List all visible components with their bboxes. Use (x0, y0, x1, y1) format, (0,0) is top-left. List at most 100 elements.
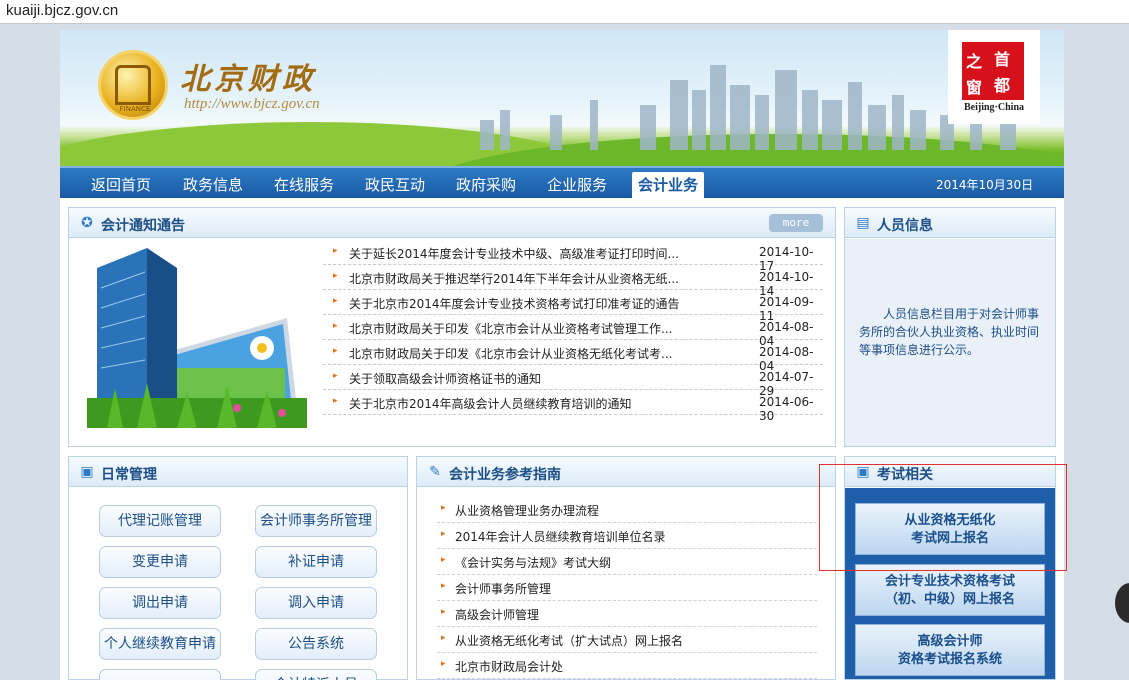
notice-row[interactable]: ▸ 关于领取高级会计师资格证书的通知 2014-07-29 (323, 365, 823, 398)
nav-item-procurement[interactable]: 政府采购 (445, 172, 527, 198)
notice-title[interactable]: 关于北京市2014年度会计专业技术资格考试打印准考证的通告 (349, 295, 685, 312)
notice-title[interactable]: 关于延长2014年度会计专业技术中级、高级准考证打印时间... (349, 245, 685, 262)
transfer-in-button[interactable]: 调入申请 (255, 587, 377, 619)
notice-row[interactable]: ▸ 北京市财政局关于印发《北京市会计从业资格考试管理工作... 2014-08-04 (323, 315, 823, 348)
personnel-header: ▤ 人员信息 (845, 208, 1055, 238)
bullet-icon: ▸ (333, 321, 338, 331)
seal-char: 窗 (966, 78, 983, 97)
floating-widget[interactable] (1115, 583, 1129, 623)
bullet-icon: ▸ (333, 271, 338, 281)
monitor-icon: ▣ (80, 464, 94, 480)
nav-item-interaction[interactable]: 政民互动 (354, 172, 436, 198)
notice-row[interactable]: ▸ 关于北京市2014年度会计专业技术资格考试打印准考证的通告 2014-09-11 (323, 290, 823, 323)
daily-title: 日常管理 (101, 467, 157, 483)
notice-row[interactable]: ▸ 北京市财政局关于推迟举行2014年下半年会计从业资格无纸... 2014-10-… (323, 265, 823, 298)
professional-qualification-registration-button[interactable]: 会计专业技术资格考试 （初、中级）网上报名 (855, 564, 1045, 616)
guide-link[interactable]: 从业资格无纸化考试（扩大试点）网上报名 (455, 632, 683, 649)
edit-icon: ✎ (429, 464, 441, 480)
address-url[interactable]: kuaiji.bjcz.gov.cn (6, 2, 118, 19)
brand-url: http://www.bjcz.gov.cn (184, 96, 320, 112)
guide-row[interactable]: ▸ 从业资格无纸化考试（扩大试点）网上报名 (437, 627, 817, 653)
notice-row[interactable]: ▸ 关于北京市2014年高级会计人员继续教育培训的通知 2014-06-30 (323, 390, 823, 423)
guide-header: ✎ 会计业务参考指南 (417, 457, 835, 487)
daily-header: ▣ 日常管理 (69, 457, 407, 487)
bullet-icon: ▸ (441, 659, 446, 669)
cpa-firm-management-button[interactable]: 会计师事务所管理 (255, 505, 377, 537)
notice-title[interactable]: 关于北京市2014年高级会计人员继续教育培训的通知 (349, 395, 685, 412)
seal-char: 之 (966, 52, 983, 71)
bullet-icon: ▸ (441, 581, 446, 591)
transfer-out-button[interactable]: 调出申请 (99, 587, 221, 619)
nav-item-gov-info[interactable]: 政务信息 (172, 172, 254, 198)
personnel-body: 人员信息栏目用于对会计师事务所的合伙人执业资格、执业时间等事项信息进行公示。 (845, 239, 1055, 446)
seal-box: 之 首 窗 都 (962, 42, 1024, 100)
guide-row[interactable]: ▸ 会计师事务所管理 (437, 575, 817, 601)
nav-date: 2014年10月30日 (936, 178, 1034, 192)
guide-link[interactable]: 高级会计师管理 (455, 606, 539, 623)
notice-row[interactable]: ▸ 关于延长2014年度会计专业技术中级、高级准考证打印时间... 2014-10-… (323, 240, 823, 273)
daily-management-panel: ▣ 日常管理 代理记账管理 会计师事务所管理 变更申请 补证申请 调出申请 调入… (68, 456, 408, 680)
guide-link[interactable]: 《会计实务与法规》考试大纲 (455, 554, 611, 571)
header-banner: FINANCE 北京财政 http://www.bjcz.gov.cn 之 首 … (60, 30, 1064, 166)
main-nav: 返回首页 政务信息 在线服务 政民互动 政府采购 企业服务 会计业务 2014年… (60, 166, 1064, 200)
finance-emblem-logo: FINANCE (98, 50, 168, 120)
exam-button-line: 高级会计师 (917, 634, 983, 649)
guide-title: 会计业务参考指南 (449, 467, 561, 483)
guide-row[interactable]: ▸ 《会计实务与法规》考试大纲 (437, 549, 817, 575)
guide-link[interactable]: 2014年会计人员继续教育培训单位名录 (455, 528, 666, 545)
page-frame: FINANCE 北京财政 http://www.bjcz.gov.cn 之 首 … (60, 30, 1064, 680)
exam-button-line: 资格考试报名系统 (897, 652, 1002, 667)
more-button[interactable]: more (769, 214, 823, 232)
notice-row[interactable]: ▸ 北京市财政局关于印发《北京市会计从业资格无纸化考试考... 2014-08-04 (323, 340, 823, 373)
bullet-icon: ▸ (333, 296, 338, 306)
nav-item-home[interactable]: 返回首页 (80, 172, 162, 198)
emblem-text: FINANCE (119, 105, 151, 113)
continuing-education-button[interactable]: 个人继续教育申请 (99, 628, 221, 660)
bullet-icon: ▸ (441, 607, 446, 617)
senior-accountant-registration-button[interactable]: 高级会计师 资格考试报名系统 (855, 624, 1045, 676)
daily-button[interactable] (99, 669, 221, 680)
guide-row[interactable]: ▸ 北京市财政局会计处 (437, 653, 817, 679)
notice-title[interactable]: 北京市财政局关于印发《北京市会计从业资格考试管理工作... (349, 320, 685, 337)
exam-button-line: （初、中级）网上报名 (884, 592, 1015, 607)
guide-link[interactable]: 从业资格管理业务办理流程 (455, 502, 599, 519)
highlight-box (819, 464, 1067, 571)
bullet-icon: ▸ (441, 555, 446, 565)
nav-item-online-service[interactable]: 在线服务 (263, 172, 345, 198)
notice-date: 2014-06-30 (759, 395, 814, 423)
address-bar[interactable]: kuaiji.bjcz.gov.cn (0, 0, 1129, 24)
notice-title[interactable]: 关于领取高级会计师资格证书的通知 (349, 370, 685, 387)
notice-title[interactable]: 北京市财政局关于推迟举行2014年下半年会计从业资格无纸... (349, 270, 685, 287)
announcement-system-button[interactable]: 公告系统 (255, 628, 377, 660)
agency-bookkeeping-button[interactable]: 代理记账管理 (99, 505, 221, 537)
bullet-icon: ▸ (333, 371, 338, 381)
brand-name: 北京财政 (180, 62, 316, 97)
notices-title: 会计通知通告 (101, 218, 185, 234)
bullet-icon: ▸ (333, 396, 338, 406)
change-application-button[interactable]: 变更申请 (99, 546, 221, 578)
nav-item-accounting[interactable]: 会计业务 (632, 172, 704, 200)
guide-list: ▸ 从业资格管理业务办理流程 ▸ 2014年会计人员继续教育培训单位名录 ▸ 《会计实… (437, 497, 817, 679)
guide-link[interactable]: 北京市财政局会计处 (455, 658, 563, 675)
exam-button-line: 会计专业技术资格考试 (884, 574, 1015, 589)
bullet-icon: ▸ (441, 503, 446, 513)
document-icon: ▤ (856, 215, 870, 231)
seal-caption: Beijing·China (963, 102, 1024, 113)
star-icon: ✪ (81, 215, 93, 231)
notice-title[interactable]: 北京市财政局关于印发《北京市会计从业资格无纸化考试考... (349, 345, 685, 362)
personnel-description: 人员信息栏目用于对会计师事务所的合伙人执业资格、执业时间等事项信息进行公示。 (859, 307, 1040, 357)
notices-panel: ✪ 会计通知通告 more ▸ 关于延长2014年度会计专业技术中级、高级准考证打… (68, 207, 836, 447)
guide-row[interactable]: ▸ 高级会计师管理 (437, 601, 817, 627)
bullet-icon: ▸ (333, 346, 338, 356)
reissue-certificate-button[interactable]: 补证申请 (255, 546, 377, 578)
personnel-panel: ▤ 人员信息 人员信息栏目用于对会计师事务所的合伙人执业资格、执业时间等事项信息… (844, 207, 1056, 447)
bullet-icon: ▸ (441, 633, 446, 643)
notices-header: ✪ 会计通知通告 more (69, 208, 835, 238)
guide-row[interactable]: ▸ 2014年会计人员继续教育培训单位名录 (437, 523, 817, 549)
nav-item-enterprise[interactable]: 企业服务 (536, 172, 618, 198)
guide-row[interactable]: ▸ 从业资格管理业务办理流程 (437, 497, 817, 523)
personnel-title: 人员信息 (877, 218, 933, 234)
bullet-icon: ▸ (441, 529, 446, 539)
guide-link[interactable]: 会计师事务所管理 (455, 580, 551, 597)
accounting-dispatch-button[interactable]: 会计特派人员 (255, 669, 377, 680)
